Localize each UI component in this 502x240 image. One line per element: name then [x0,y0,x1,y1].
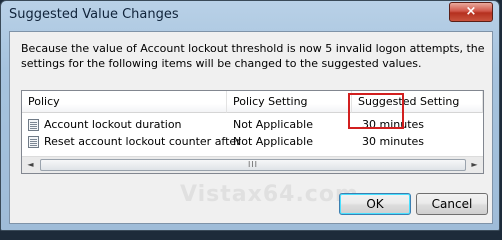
policy-icon [28,136,39,148]
column-header-policy-setting[interactable]: Policy Setting [227,91,352,113]
policy-setting: Not Applicable [233,118,313,131]
ok-button[interactable]: OK [339,193,411,215]
close-button[interactable]: × [449,2,493,22]
scroll-left-icon[interactable]: ◄ [22,157,39,173]
suggested-setting: 30 minutes [362,135,425,148]
dialog-content: Because the value of Account lockout thr… [9,31,493,224]
watermark: Vistax64.com [180,182,359,207]
scroll-thumb[interactable]: III [40,159,466,171]
cancel-button[interactable]: Cancel [416,193,488,215]
list-item[interactable]: Reset account lockout counter after Not … [22,134,483,150]
policy-setting: Not Applicable [233,135,313,148]
title-bar[interactable]: Suggested Value Changes × [1,1,499,31]
policy-name: Reset account lockout counter after [44,135,241,148]
settings-list[interactable]: Policy Policy Setting Suggested Setting … [21,90,484,174]
highlight-box [348,93,404,129]
column-header-policy[interactable]: Policy [22,91,227,113]
dialog-window: Suggested Value Changes × Because the va… [0,0,500,231]
scroll-right-icon[interactable]: ► [466,157,483,173]
close-icon: × [465,4,477,19]
window-title: Suggested Value Changes [9,7,179,22]
horizontal-scrollbar[interactable]: ◄ III ► [22,156,483,173]
policy-name: Account lockout duration [44,118,182,131]
message-text: Because the value of Account lockout thr… [21,42,485,70]
policy-icon [28,119,39,131]
list-item[interactable]: Account lockout duration Not Applicable … [22,117,483,133]
